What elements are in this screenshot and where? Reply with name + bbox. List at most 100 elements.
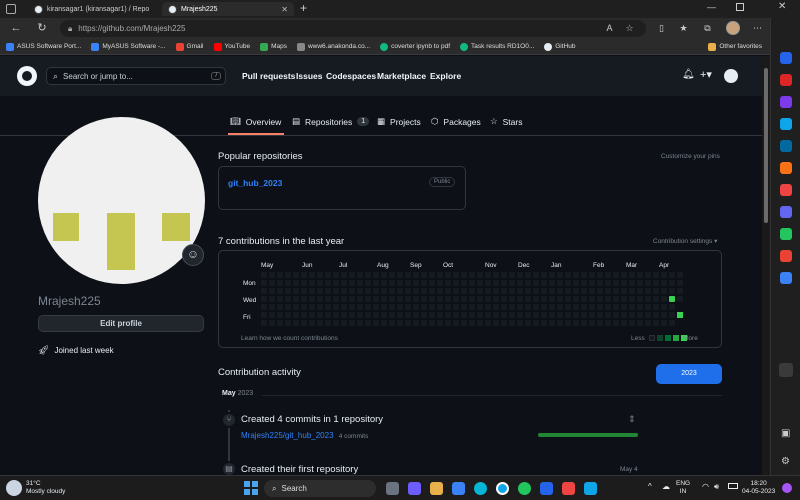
contribution-cell[interactable] (629, 280, 635, 286)
search-input[interactable]: ⌕ Search or jump to... / (46, 67, 226, 85)
contribution-cell[interactable] (437, 320, 443, 326)
drive-icon[interactable] (780, 228, 792, 240)
battery-icon[interactable] (728, 483, 738, 489)
contribution-cell[interactable] (333, 320, 339, 326)
contribution-cell[interactable] (509, 320, 515, 326)
edge-browser-icon[interactable] (496, 482, 509, 495)
contribution-cell[interactable] (613, 312, 619, 318)
contribution-cell[interactable] (333, 296, 339, 302)
contribution-cell[interactable] (653, 296, 659, 302)
app-icon[interactable] (780, 206, 792, 218)
repo-name-link[interactable]: git_hub_2023 (228, 178, 282, 188)
contribution-cell[interactable] (509, 304, 515, 310)
contribution-cell[interactable] (445, 288, 451, 294)
contribution-cell[interactable] (429, 280, 435, 286)
contribution-cell[interactable] (581, 320, 587, 326)
app-icon[interactable] (780, 184, 792, 196)
contribution-cell[interactable] (669, 272, 675, 278)
read-aloud-icon[interactable]: A (602, 21, 617, 36)
contribution-cell[interactable] (309, 280, 315, 286)
contribution-cell[interactable] (373, 304, 379, 310)
contribution-cell[interactable] (261, 288, 267, 294)
contribution-cell[interactable] (269, 304, 275, 310)
contribution-cell[interactable] (453, 312, 459, 318)
contribution-cell[interactable] (589, 280, 595, 286)
contribution-cell[interactable] (469, 320, 475, 326)
contribution-cell[interactable] (389, 320, 395, 326)
contribution-cell[interactable] (397, 288, 403, 294)
contribution-cell[interactable] (469, 288, 475, 294)
contribution-cell[interactable] (525, 320, 531, 326)
contribution-cell[interactable] (517, 296, 523, 302)
contribution-cell[interactable] (277, 304, 283, 310)
contribution-cell[interactable] (445, 296, 451, 302)
contribution-cell[interactable] (325, 296, 331, 302)
contribution-cell[interactable] (285, 320, 291, 326)
contribution-cell[interactable] (525, 296, 531, 302)
contribution-cell[interactable] (365, 288, 371, 294)
contribution-cell[interactable] (589, 272, 595, 278)
browser-tab-repo[interactable]: kiransagar1 (kiransagar1) / Repo (28, 2, 162, 16)
contribution-cell[interactable] (269, 288, 275, 294)
contribution-cell[interactable] (669, 320, 675, 326)
contribution-cell[interactable] (677, 272, 683, 278)
contribution-cell[interactable] (557, 320, 563, 326)
edit-profile-button[interactable]: Edit profile (38, 315, 204, 332)
games-icon[interactable] (780, 96, 792, 108)
contribution-cell[interactable] (573, 304, 579, 310)
contribution-cell[interactable] (413, 272, 419, 278)
contribution-cell[interactable] (605, 312, 611, 318)
contribution-cell[interactable] (541, 296, 547, 302)
contribution-cell[interactable] (373, 272, 379, 278)
contribution-cell[interactable] (661, 312, 667, 318)
refresh-icon[interactable]: ↻ (34, 21, 50, 36)
contribution-cell[interactable] (517, 312, 523, 318)
contribution-cell[interactable] (565, 272, 571, 278)
contribution-cell[interactable] (445, 320, 451, 326)
contribution-cell[interactable] (613, 304, 619, 310)
contribution-cell[interactable] (445, 280, 451, 286)
contribution-cell[interactable] (469, 304, 475, 310)
contribution-cell[interactable] (261, 272, 267, 278)
contribution-cell[interactable] (261, 312, 267, 318)
contribution-cell[interactable] (285, 312, 291, 318)
nav-explore[interactable]: Explore (430, 71, 461, 81)
contribution-cell[interactable] (589, 288, 595, 294)
contribution-cell[interactable] (421, 280, 427, 286)
contribution-cell[interactable] (277, 288, 283, 294)
contribution-cell[interactable] (365, 304, 371, 310)
contribution-cell[interactable] (373, 312, 379, 318)
contribution-cell[interactable] (661, 304, 667, 310)
contribution-cell[interactable] (421, 296, 427, 302)
contribution-cell-active[interactable] (677, 312, 683, 318)
contribution-cell[interactable] (429, 320, 435, 326)
contribution-cell[interactable] (269, 312, 275, 318)
back-icon[interactable]: ← (8, 21, 24, 36)
contribution-cell[interactable] (573, 312, 579, 318)
other-favorites[interactable]: Other favorites (708, 42, 762, 51)
contribution-cell[interactable] (485, 320, 491, 326)
contribution-cell[interactable] (453, 272, 459, 278)
contribution-cell[interactable] (437, 296, 443, 302)
browser-tab-profile[interactable]: Mrajesh225 ✕ (162, 2, 294, 16)
contribution-cell[interactable] (261, 304, 267, 310)
contribution-cell[interactable] (325, 320, 331, 326)
sidebar-app-icon[interactable] (779, 363, 793, 377)
contribution-cell[interactable] (413, 304, 419, 310)
contribution-cell[interactable] (413, 312, 419, 318)
contribution-cell[interactable] (357, 304, 363, 310)
favorites-icon[interactable]: ★ (676, 21, 691, 36)
cloud-icon[interactable]: ☁ (662, 482, 670, 491)
contribution-cell[interactable] (365, 272, 371, 278)
contribution-cell[interactable] (589, 320, 595, 326)
contribution-cell[interactable] (349, 312, 355, 318)
contribution-cell[interactable] (365, 296, 371, 302)
contribution-cell[interactable] (389, 312, 395, 318)
contribution-cell[interactable] (325, 312, 331, 318)
contribution-cell[interactable] (549, 304, 555, 310)
contribution-cell[interactable] (421, 312, 427, 318)
contribution-cell[interactable] (541, 280, 547, 286)
contribution-cell[interactable] (341, 296, 347, 302)
contribution-cell[interactable] (421, 272, 427, 278)
vscode-icon[interactable] (540, 482, 553, 495)
